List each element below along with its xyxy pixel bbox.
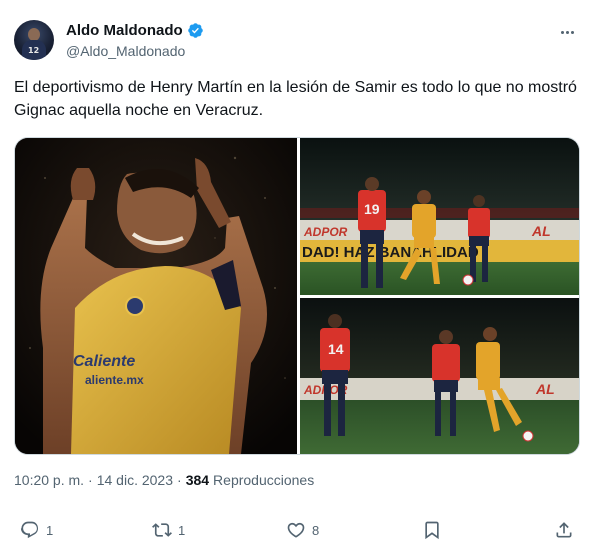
stadium-banner-text: DAD! HAZ BANAHLIDAD	[302, 244, 479, 261]
retweet-button[interactable]: 1	[152, 520, 185, 540]
ad-board-text-right: AL	[531, 223, 551, 239]
verified-badge-icon[interactable]	[187, 22, 204, 39]
share-button[interactable]	[554, 520, 574, 540]
photo-match-scene-bottom[interactable]: ADPOR AL 14	[300, 298, 579, 454]
photo-bottom-right-illustration: ADPOR AL 14	[300, 298, 579, 454]
views-label: Reproducciones	[213, 472, 315, 488]
bookmark-button[interactable]	[422, 520, 442, 540]
author-name-row: Aldo Maldonado	[66, 22, 204, 39]
retweet-icon	[152, 523, 172, 537]
share-icon	[556, 522, 572, 538]
media-grid: Caliente aliente.mx ADPOR AL DAD! HAZ BA…	[14, 137, 580, 455]
action-bar: 1 1 8	[14, 516, 580, 546]
avatar-jersey-number: 12	[28, 46, 40, 55]
bookmark-icon	[425, 521, 439, 540]
reply-icon	[20, 521, 39, 539]
tweet-time[interactable]: 10:20 p. m.	[14, 472, 84, 488]
author-display-name[interactable]: Aldo Maldonado	[66, 22, 183, 39]
reply-count: 1	[46, 522, 54, 538]
photo-match-scene-top[interactable]: ADPOR AL DAD! HAZ BANAHLIDAD 19	[300, 138, 579, 295]
like-button[interactable]: 8	[286, 520, 319, 540]
photo-celebrating-player[interactable]: Caliente aliente.mx	[15, 138, 297, 454]
player-number: 14	[328, 341, 344, 357]
photo-top-right-illustration: ADPOR AL DAD! HAZ BANAHLIDAD 19	[300, 138, 579, 295]
like-count: 8	[312, 522, 320, 538]
tweet-meta: 10:20 p. m. · 14 dic. 2023 · 384 Reprodu…	[14, 472, 314, 488]
jersey-sponsor-text: Caliente	[73, 353, 135, 370]
tweet-date[interactable]: 14 dic. 2023	[97, 472, 173, 488]
reply-button[interactable]: 1	[20, 520, 53, 540]
more-options-icon[interactable]	[556, 22, 578, 42]
ad-board-text-right: AL	[535, 381, 555, 397]
views-count: 384	[185, 472, 210, 488]
heart-icon	[287, 522, 305, 538]
meta-separator: ·	[88, 472, 93, 488]
meta-separator: ·	[177, 472, 182, 488]
author-handle[interactable]: @Aldo_Maldonado	[66, 43, 185, 59]
retweet-count: 1	[178, 522, 186, 538]
photo-left-illustration: Caliente aliente.mx	[15, 138, 297, 454]
jersey-sponsor-suffix: aliente.mx	[85, 373, 144, 387]
player-number: 19	[364, 201, 380, 217]
tweet-header: 12 Aldo Maldonado @Aldo_Maldonado	[14, 20, 582, 64]
tweet-text: El deportivismo de Henry Martín en la le…	[14, 79, 577, 119]
avatar[interactable]: 12	[14, 20, 54, 60]
ad-board-text: ADPOR	[303, 225, 348, 239]
